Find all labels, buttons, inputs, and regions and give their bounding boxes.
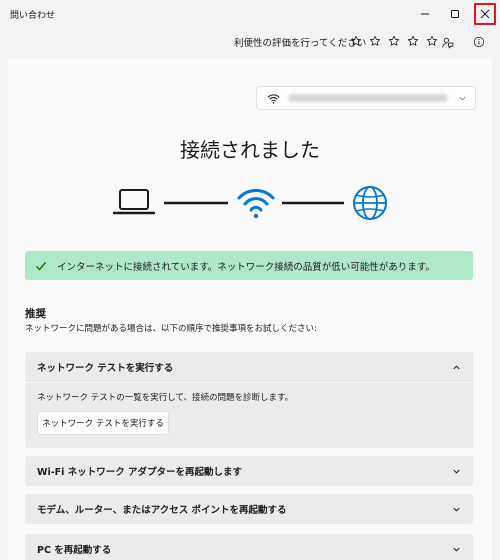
chevron-down-icon <box>459 96 466 101</box>
accordion-description: ネットワーク テストの一覧を実行して、接続の問題を診断します。 <box>37 393 294 403</box>
chevron-down-icon <box>453 507 460 512</box>
star-outline-icon <box>407 35 419 46</box>
recommendations-description: ネットワークに問題がある場合は、以下の順序で推奨事項をお試しください: <box>25 324 317 334</box>
chevron-down-icon <box>453 547 460 552</box>
star-outline-icon <box>369 35 381 46</box>
recommendation-restart-wifi-adapter[interactable]: Wi-Fi ネットワーク アダプターを再起動します <box>25 456 473 486</box>
laptop-icon <box>112 189 156 215</box>
rating-bar: 利便性の評価を行ってください <box>0 30 500 54</box>
title-bar: 問い合わせ <box>0 0 500 28</box>
close-icon <box>480 9 490 19</box>
recommendation-restart-pc[interactable]: PC を再起動する <box>25 534 473 560</box>
status-banner-text: インターネットに接続されています。ネットワーク接続の品質が低い可能性があります。 <box>57 261 435 273</box>
maximize-icon <box>451 10 459 18</box>
wifi-icon <box>267 93 280 104</box>
star-rating <box>348 33 440 49</box>
checkmark-icon <box>35 259 49 273</box>
star-4[interactable] <box>405 33 421 49</box>
feedback-button[interactable] <box>438 33 456 51</box>
star-outline-icon <box>426 35 438 46</box>
rating-prompt: 利便性の評価を行ってください <box>234 38 367 49</box>
main-content: ••••• •••••••••••• ••••• •••• 接続されました <box>8 58 492 560</box>
chevron-up-icon <box>453 365 460 370</box>
connection-headline: 接続されました <box>180 138 320 162</box>
connection-diagram <box>112 186 392 226</box>
star-2[interactable] <box>367 33 383 49</box>
run-network-test-button[interactable]: ネットワーク テストを実行する <box>37 411 169 435</box>
status-banner: インターネットに接続されています。ネットワーク接続の品質が低い可能性があります。 <box>25 251 473 280</box>
recommendation-restart-router[interactable]: モデム、ルーター、またはアクセス ポイントを再起動する <box>25 494 473 524</box>
accordion-header[interactable]: PC を再起動する <box>25 534 473 560</box>
info-icon <box>473 36 485 48</box>
chevron-down-icon <box>453 469 460 474</box>
star-3[interactable] <box>386 33 402 49</box>
star-1[interactable] <box>348 33 364 49</box>
app-window: 問い合わせ 利便性の評価を行ってください 接続されました インターネットに接続さ… <box>0 0 500 560</box>
feedback-icon <box>441 37 453 48</box>
window-title: 問い合わせ <box>10 11 56 21</box>
accordion-title: Wi-Fi ネットワーク アダプターを再起動します <box>37 467 243 478</box>
wifi-icon <box>237 188 275 219</box>
network-selector[interactable]: ••••• •••••••••••• ••••• •••• <box>256 86 476 110</box>
accordion-title: ネットワーク テストを実行する <box>37 363 174 374</box>
accordion-header[interactable]: モデム、ルーター、またはアクセス ポイントを再起動する <box>25 494 473 524</box>
accordion-header[interactable]: ネットワーク テストを実行する <box>25 352 473 382</box>
accordion-header[interactable]: Wi-Fi ネットワーク アダプターを再起動します <box>25 456 473 486</box>
star-outline-icon <box>350 35 362 46</box>
star-outline-icon <box>388 35 400 46</box>
globe-icon <box>353 186 387 220</box>
recommendation-run-network-test: ネットワーク テストを実行する ネットワーク テストの一覧を実行して、接続の問題… <box>25 352 473 448</box>
network-name: ••••• •••••••••••• ••••• •••• <box>288 94 448 102</box>
accordion-title: モデム、ルーター、またはアクセス ポイントを再起動する <box>37 505 287 516</box>
accordion-body: ネットワーク テストの一覧を実行して、接続の問題を診断します。 ネットワーク テ… <box>25 382 473 445</box>
minimize-icon <box>421 13 429 15</box>
minimize-button[interactable] <box>414 3 436 25</box>
info-button[interactable] <box>470 33 488 51</box>
accordion-title: PC を再起動する <box>37 545 112 556</box>
close-button[interactable] <box>474 3 496 25</box>
maximize-button[interactable] <box>444 3 466 25</box>
recommendations-title: 推奨 <box>25 308 46 320</box>
